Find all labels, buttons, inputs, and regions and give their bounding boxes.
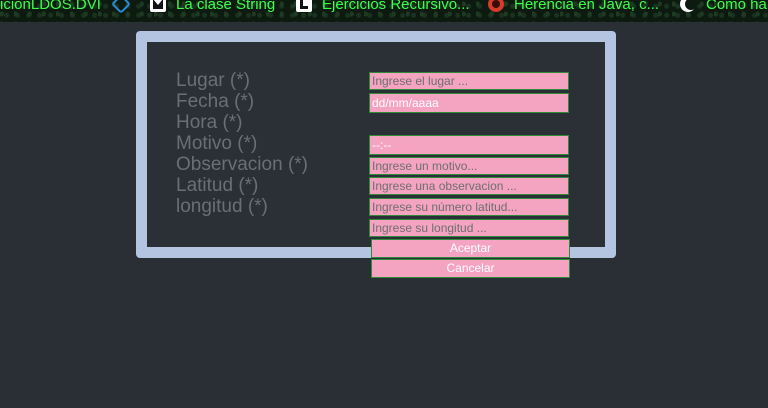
hora-input[interactable]: --:-- xyxy=(369,135,569,155)
bookmark-vscode[interactable] xyxy=(111,0,138,14)
m-icon xyxy=(150,0,166,12)
bookmark-label: Como ha xyxy=(706,0,767,13)
bookmark-ldos[interactable]: icionLDOS.DVI xyxy=(0,0,101,13)
label-fecha: Fecha (*) xyxy=(176,91,255,112)
fecha-input[interactable]: dd/mm/aaaa xyxy=(369,93,569,113)
bookmark-como-ha[interactable]: Como ha xyxy=(680,0,767,13)
latitud-input[interactable]: Ingrese su número latitud... xyxy=(369,198,569,216)
bookmark-ejercicios[interactable]: Ejercicios Recursivo... xyxy=(296,0,470,13)
bookmark-herencia[interactable]: Herencia en Java, c... xyxy=(488,0,659,13)
observacion-input[interactable]: Ingrese una observacion ... xyxy=(369,177,569,195)
moon-icon xyxy=(680,0,697,12)
cancel-button[interactable]: Cancelar xyxy=(371,259,570,278)
bookmark-label: La clase String xyxy=(176,0,276,13)
bookmark-label: Ejercicios Recursivo... xyxy=(322,0,470,13)
label-longitud: longitud (*) xyxy=(176,196,268,217)
bookmark-label: icionLDOS.DVI xyxy=(0,0,101,13)
label-motivo: Motivo (*) xyxy=(176,133,258,154)
motivo-input[interactable]: Ingrese un motivo... xyxy=(369,157,569,175)
label-lugar: Lugar (*) xyxy=(176,70,250,91)
label-hora: Hora (*) xyxy=(176,112,243,133)
label-observacion: Observacion (*) xyxy=(176,154,308,175)
bookmark-label: Herencia en Java, c... xyxy=(514,0,660,13)
vscode-icon xyxy=(111,0,131,14)
red-logo-icon xyxy=(488,0,504,12)
bookmark-clase-string[interactable]: La clase String xyxy=(150,0,275,13)
accept-button[interactable]: Aceptar xyxy=(371,239,570,258)
bookmarks-bar: icionLDOS.DVI La clase String Ejercicios… xyxy=(0,0,768,22)
lugar-input[interactable]: Ingrese el lugar ... xyxy=(369,72,569,90)
longitud-input[interactable]: Ingrese su longitud ... xyxy=(369,219,569,237)
label-latitud: Latitud (*) xyxy=(176,175,259,196)
l-icon xyxy=(296,0,312,12)
